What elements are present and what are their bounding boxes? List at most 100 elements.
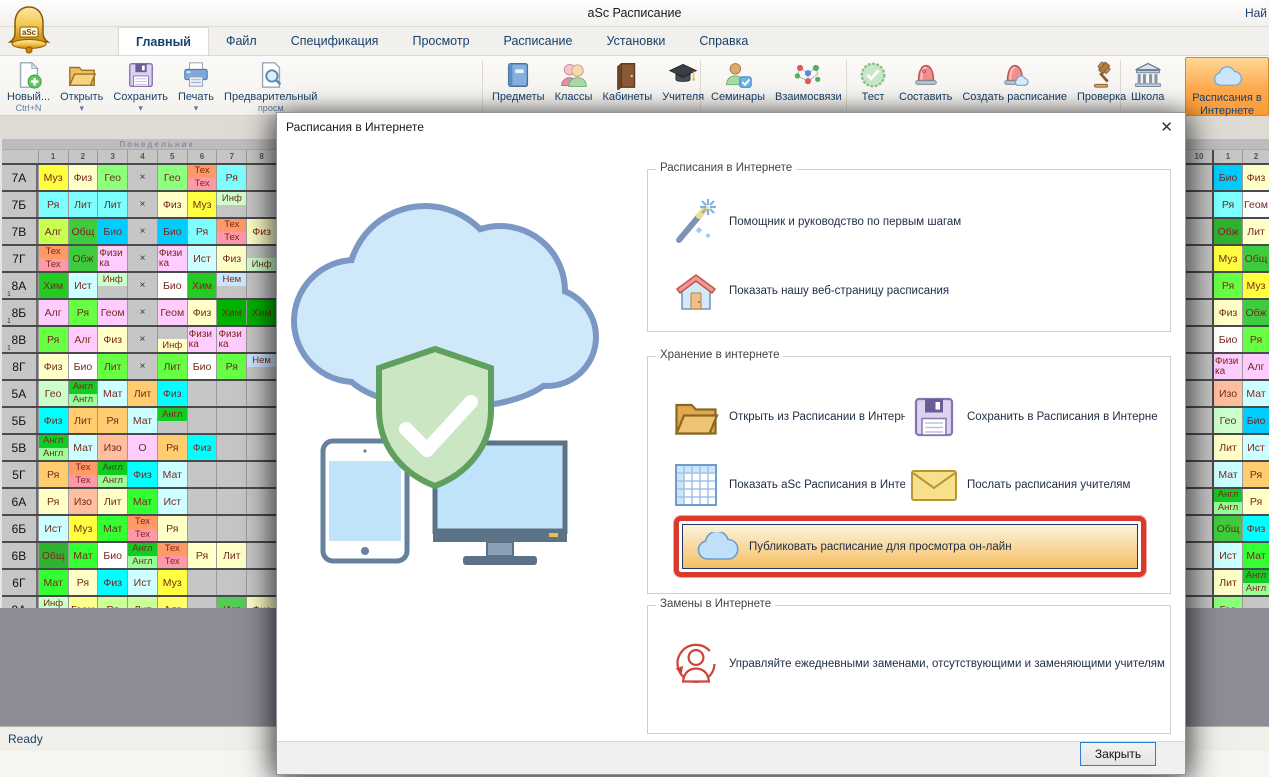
- timetable-cell[interactable]: Физ: [38, 354, 68, 379]
- timetable-cell[interactable]: Био: [97, 219, 127, 244]
- timetable-cell[interactable]: [1186, 435, 1212, 460]
- timetable-cell[interactable]: АнглАнгл: [1212, 489, 1242, 514]
- publish-online-button[interactable]: Публиковать расписание для просмотра он-…: [682, 524, 1138, 569]
- timetable-cell[interactable]: [216, 408, 246, 433]
- new-button[interactable]: Новый...Ctrl+N: [2, 57, 55, 115]
- timetable-cell[interactable]: Физ: [246, 597, 276, 608]
- timetable-cell[interactable]: Физ: [97, 570, 127, 595]
- timetable-cell[interactable]: Физика: [1212, 354, 1242, 379]
- timetable-cell[interactable]: Физика: [216, 327, 246, 352]
- timetable-cell[interactable]: Англ: [157, 408, 187, 433]
- timetable-cell[interactable]: Геом: [157, 300, 187, 325]
- timetable-cell[interactable]: Физ: [38, 408, 68, 433]
- row-label[interactable]: 5А: [2, 381, 38, 406]
- timetable-cell[interactable]: Ист: [127, 570, 157, 595]
- timetable-cell[interactable]: Ря: [187, 543, 217, 568]
- timetable-cell[interactable]: Физ: [216, 246, 246, 271]
- timetable-cell[interactable]: [246, 543, 276, 568]
- timetable-cell[interactable]: Ря: [1212, 273, 1242, 298]
- timetable-cell[interactable]: ×: [127, 219, 157, 244]
- timetable-cell[interactable]: [246, 570, 276, 595]
- timetable-cell[interactable]: Физика: [97, 246, 127, 271]
- timetable-cell[interactable]: Нем: [216, 273, 246, 298]
- timetable-cell[interactable]: АнглАнгл: [38, 435, 68, 460]
- timetable-cell[interactable]: [187, 570, 217, 595]
- timetable-cell[interactable]: Мат: [38, 570, 68, 595]
- timetable-cell[interactable]: [216, 381, 246, 406]
- timetable-cell[interactable]: Физика: [157, 246, 187, 271]
- timetable-cell[interactable]: Лит: [1242, 219, 1269, 244]
- row-label[interactable]: 9А: [2, 597, 38, 608]
- timetable-cell[interactable]: Изо: [1212, 381, 1242, 406]
- timetable-cell[interactable]: [246, 489, 276, 514]
- timetable-cell[interactable]: [246, 381, 276, 406]
- timetable-cell[interactable]: Ря: [157, 435, 187, 460]
- timetable-cell[interactable]: [187, 516, 217, 541]
- timetable-cell[interactable]: Алг: [38, 219, 68, 244]
- timetable-cell[interactable]: Мат: [1242, 381, 1269, 406]
- tab-Справка[interactable]: Справка: [682, 27, 765, 55]
- timetable-cell[interactable]: [246, 165, 276, 190]
- app-bell-icon[interactable]: aSc: [6, 3, 52, 53]
- timetable-cell[interactable]: Инф: [157, 327, 187, 352]
- close-icon[interactable]: ✕: [1160, 118, 1173, 136]
- timetable-cell[interactable]: Лит: [127, 381, 157, 406]
- timetable-cell[interactable]: Обж: [68, 246, 98, 271]
- row-label[interactable]: 6В: [2, 543, 38, 568]
- timetable-cell[interactable]: [246, 435, 276, 460]
- timetable-cell[interactable]: Мат: [97, 516, 127, 541]
- timetable-cell[interactable]: [187, 408, 217, 433]
- timetable-cell[interactable]: Инф: [216, 192, 246, 217]
- tab-Просмотр[interactable]: Просмотр: [395, 27, 486, 55]
- timetable-cell[interactable]: Ря: [1242, 489, 1269, 514]
- timetable-cell[interactable]: [187, 597, 217, 608]
- timetable-cell[interactable]: Физ: [97, 327, 127, 352]
- timetable-cell[interactable]: Мат: [1242, 543, 1269, 568]
- timetable-cell[interactable]: Мат: [68, 543, 98, 568]
- timetable-cell[interactable]: [246, 408, 276, 433]
- timetable-cell[interactable]: Ря: [187, 219, 217, 244]
- timetable-cell[interactable]: [246, 516, 276, 541]
- timetable-cell[interactable]: [1186, 246, 1212, 271]
- row-label[interactable]: 7В: [2, 219, 38, 244]
- row-label[interactable]: 7Г: [2, 246, 38, 271]
- row-label[interactable]: 8В1: [2, 327, 38, 352]
- timetable-cell[interactable]: Гео: [97, 165, 127, 190]
- timetable-cell[interactable]: Ря: [1242, 327, 1269, 352]
- timetable-cell[interactable]: [216, 570, 246, 595]
- timetable-cell[interactable]: Ист: [1212, 543, 1242, 568]
- timetable-cell[interactable]: Изо: [68, 489, 98, 514]
- timetable-cell[interactable]: АнглАнгл: [97, 462, 127, 487]
- timetable-cell[interactable]: Общ: [38, 543, 68, 568]
- create-schedule-button[interactable]: Создать расписание: [957, 57, 1072, 115]
- timetable-cell[interactable]: [246, 462, 276, 487]
- timetable-cell[interactable]: Алг: [1242, 354, 1269, 379]
- timetable-cell[interactable]: [1186, 408, 1212, 433]
- row-label[interactable]: 7А: [2, 165, 38, 190]
- timetable-cell[interactable]: Ря: [1242, 462, 1269, 487]
- timetable-cell[interactable]: ТехТех: [216, 219, 246, 244]
- row-label[interactable]: 8Б1: [2, 300, 38, 325]
- teachers-button[interactable]: Учителя: [657, 57, 709, 115]
- row-label[interactable]: 5Б: [2, 408, 38, 433]
- timetable-cell[interactable]: Мат: [97, 381, 127, 406]
- timetable-cell[interactable]: Обж: [1242, 300, 1269, 325]
- timetable-cell[interactable]: Лит: [68, 408, 98, 433]
- timetable-cell[interactable]: Ист: [1242, 435, 1269, 460]
- timetable-cell[interactable]: Хим: [216, 300, 246, 325]
- timetable-cell[interactable]: ТехТех: [127, 516, 157, 541]
- timetable-cell[interactable]: Общ: [1212, 516, 1242, 541]
- timetables-online-button[interactable]: Расписания в Интернете: [1185, 57, 1269, 116]
- timetable-cell[interactable]: Физика: [187, 327, 217, 352]
- wizard-item[interactable]: Помощник и руководство по первым шагам: [672, 198, 961, 246]
- timetable-cell[interactable]: Био: [157, 219, 187, 244]
- substitutions-item[interactable]: Управляйте ежедневными заменами, отсутст…: [672, 640, 1165, 688]
- timetable-cell[interactable]: [1242, 597, 1269, 608]
- timetable-cell[interactable]: ×: [127, 354, 157, 379]
- timetable-cell[interactable]: Гео: [1212, 408, 1242, 433]
- timetable-cell[interactable]: Физ: [1212, 300, 1242, 325]
- timetable-cell[interactable]: ×: [127, 246, 157, 271]
- timetable-cell[interactable]: Физ: [1242, 516, 1269, 541]
- print-button[interactable]: Печать▾: [173, 57, 219, 115]
- timetable-cell[interactable]: Гео: [1212, 597, 1242, 608]
